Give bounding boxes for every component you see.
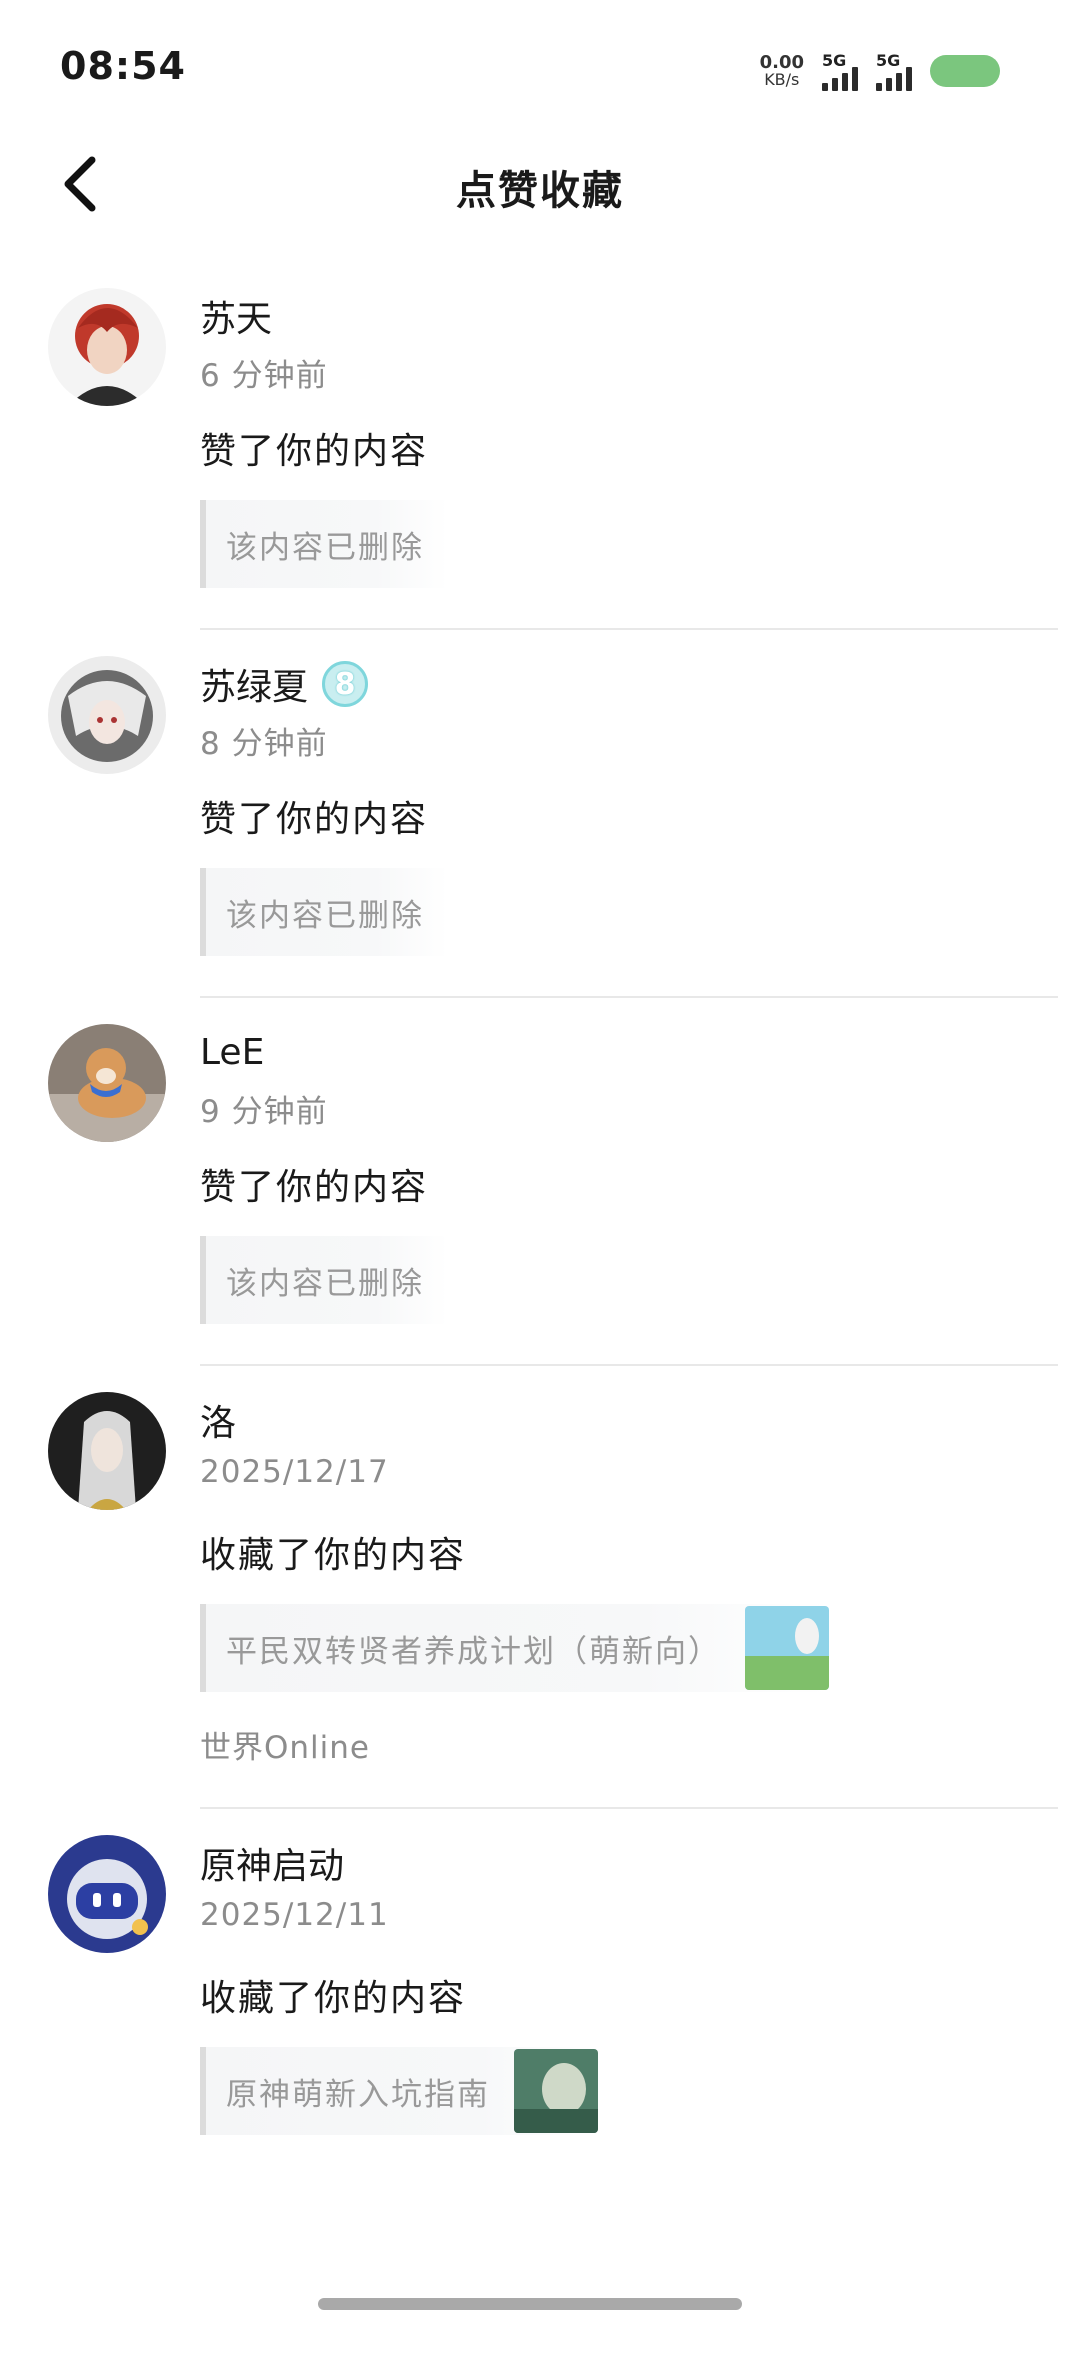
notification-action: 收藏了你的内容	[200, 1535, 467, 1576]
quoted-content[interactable]: 平民双转贤者养成计划（萌新向）	[200, 1604, 829, 1692]
list-item[interactable]: 洛 2025/12/17 收藏了你的内容 平民双转贤者养成计划（萌新向） 世界O…	[0, 1366, 1080, 1807]
list-item[interactable]: 苏绿夏 8 8 分钟前 赞了你的内容 该内容已删除	[0, 630, 1080, 996]
signal-icon: 5G	[822, 51, 858, 91]
net-speed: 0.00 KB/s	[760, 54, 804, 88]
quoted-text: 平民双转贤者养成计划（萌新向）	[226, 1633, 721, 1670]
quoted-content[interactable]: 原神萌新入坑指南	[200, 2047, 598, 2135]
status-icons: 0.00 KB/s 5G 5G	[760, 46, 1000, 96]
status-bar: 08:54 0.00 KB/s 5G 5G	[0, 0, 1080, 140]
notification-time: 2025/12/17	[200, 1454, 389, 1490]
status-time: 08:54	[60, 44, 186, 88]
header: 点赞收藏	[0, 140, 1080, 230]
signal-icon: 5G	[876, 51, 912, 91]
notification-time: 8 分钟前	[200, 726, 328, 762]
notification-list: 苏天 6 分钟前 赞了你的内容 该内容已删除 苏绿夏 8 8 分钟前 赞了你的内…	[0, 262, 1080, 2135]
content-source[interactable]: 世界Online	[200, 1722, 1080, 1767]
quoted-text: 该内容已删除	[226, 1265, 424, 1302]
user-name-text: LeE	[200, 1031, 265, 1073]
user-name-text: 苏天	[200, 299, 273, 340]
list-item[interactable]: 原神启动 2025/12/11 收藏了你的内容 原神萌新入坑指南	[0, 1809, 1080, 2135]
avatar[interactable]	[48, 1392, 166, 1510]
avatar[interactable]	[48, 288, 166, 406]
user-name-text: 原神启动	[200, 1846, 345, 1887]
content-thumbnail	[745, 1606, 829, 1690]
notification-action: 赞了你的内容	[200, 799, 429, 840]
notification-action: 赞了你的内容	[200, 431, 429, 472]
notification-time: 2025/12/11	[200, 1897, 389, 1933]
user-name[interactable]: 苏天	[200, 290, 1080, 342]
quoted-text: 该内容已删除	[226, 897, 424, 934]
net-speed-unit: KB/s	[764, 70, 800, 89]
quoted-content[interactable]: 该内容已删除	[200, 1236, 448, 1324]
signal-label: 5G	[822, 51, 847, 70]
user-name-text: 洛	[200, 1403, 237, 1444]
battery-icon	[930, 55, 1000, 87]
notification-time: 9 分钟前	[200, 1094, 328, 1130]
user-name[interactable]: 苏绿夏 8	[200, 658, 1080, 710]
quoted-text: 原神萌新入坑指南	[226, 2076, 490, 2113]
user-name[interactable]: 洛	[200, 1394, 1080, 1446]
signal-label: 5G	[876, 51, 901, 70]
notification-time: 6 分钟前	[200, 358, 328, 394]
content-thumbnail	[514, 2049, 598, 2133]
page-title: 点赞收藏	[456, 168, 624, 214]
notification-action: 收藏了你的内容	[200, 1978, 467, 2019]
home-indicator[interactable]	[318, 2298, 742, 2310]
avatar[interactable]	[48, 1024, 166, 1142]
avatar[interactable]	[48, 656, 166, 774]
quoted-content[interactable]: 该内容已删除	[200, 868, 448, 956]
user-name[interactable]: LeE	[200, 1026, 1080, 1078]
notification-action: 赞了你的内容	[200, 1167, 429, 1208]
list-item[interactable]: LeE 9 分钟前 赞了你的内容 该内容已删除	[0, 998, 1080, 1364]
quoted-content[interactable]: 该内容已删除	[200, 500, 448, 588]
quoted-text: 该内容已删除	[226, 529, 424, 566]
user-name[interactable]: 原神启动	[200, 1837, 1080, 1889]
avatar[interactable]	[48, 1835, 166, 1953]
list-item[interactable]: 苏天 6 分钟前 赞了你的内容 该内容已删除	[0, 262, 1080, 628]
user-name-text: 苏绿夏	[200, 667, 309, 708]
level-badge: 8	[322, 661, 369, 707]
